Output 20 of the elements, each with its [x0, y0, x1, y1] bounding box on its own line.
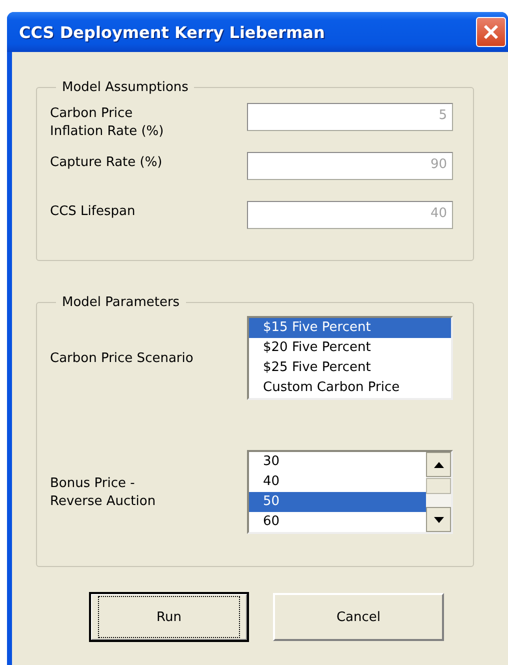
group-title: Model Parameters [61, 295, 181, 310]
list-item[interactable]: $25 Five Percent [249, 358, 451, 378]
list-item[interactable]: $15 Five Percent [249, 318, 451, 338]
field-label: Carbon Price Inflation Rate (%) [50, 105, 164, 141]
field-label: CCS Lifespan [50, 203, 136, 221]
list-box[interactable]: 30 40 50 60 [247, 450, 453, 534]
run-button[interactable]: Run [90, 593, 248, 641]
window-title: CCS Deployment Kerry Lieberman [19, 22, 325, 42]
list-item[interactable]: 40 [249, 472, 426, 492]
list-item[interactable]: 50 [249, 492, 426, 512]
list-item[interactable]: 60 [249, 512, 426, 532]
list-item[interactable]: Custom Carbon Price [249, 378, 451, 398]
list-item[interactable]: $20 Five Percent [249, 338, 451, 358]
list-label: Bonus Price - Reverse Auction [50, 475, 156, 511]
cancel-button[interactable]: Cancel [273, 593, 444, 641]
list-item[interactable]: 30 [249, 452, 426, 472]
list-box[interactable]: $15 Five Percent $20 Five Percent $25 Five Percent Custom Carbon Price [247, 316, 453, 400]
group-title: Model Assumptions [61, 80, 190, 95]
field-label: Capture Rate (%) [50, 154, 162, 172]
list-label: Carbon Price Scenario [50, 350, 194, 368]
